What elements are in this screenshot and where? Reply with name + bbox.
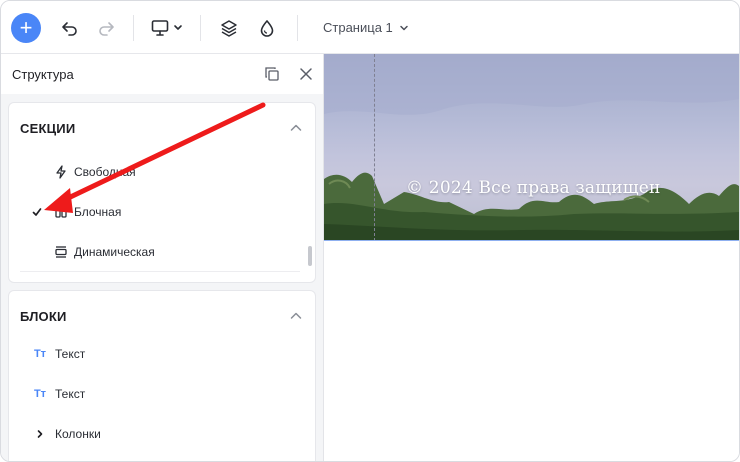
redo-button[interactable] [95, 17, 117, 39]
redo-icon [99, 22, 114, 36]
columns-icon [53, 204, 69, 220]
check-icon [29, 204, 45, 220]
add-button[interactable]: + [11, 13, 41, 43]
section-item-label: Динамическая [74, 245, 155, 259]
monitor-icon [151, 20, 182, 36]
sections-card: СЕКЦИИ Свободная Блочная Динамическая [8, 102, 316, 283]
theme-button[interactable] [256, 17, 278, 39]
footer-section[interactable]: © 2024 Все права защищен [324, 54, 739, 241]
close-panel-button[interactable] [297, 65, 315, 83]
block-item-text[interactable]: Tт Текст [9, 379, 305, 409]
toolbar-divider [200, 15, 201, 41]
sections-title: СЕКЦИИ [20, 121, 76, 136]
panel-header: Структура [1, 54, 323, 94]
toolbar-divider [133, 15, 134, 41]
undo-button[interactable] [59, 17, 81, 39]
page-selector-label: Страница 1 [323, 20, 393, 35]
section-item-label: Блочная [74, 205, 122, 219]
copyright-text[interactable]: © 2024 Все права защищен [406, 178, 661, 198]
block-item-label: Текст [55, 387, 86, 401]
blocks-title: БЛОКИ [20, 309, 67, 324]
section-item-dynamic[interactable]: Динамическая [9, 237, 305, 267]
chevron-down-icon [400, 25, 408, 30]
structure-panel: Структура СЕКЦИИ Свободная Блочная Динам… [1, 54, 324, 461]
panel-title: Структура [12, 67, 74, 82]
block-item-label: Текст [55, 347, 86, 361]
device-selector[interactable] [151, 17, 185, 39]
blocks-card: БЛОКИ Tт Текст Tт Текст Колонки [8, 290, 316, 461]
drop-icon [260, 19, 274, 37]
plus-icon: + [19, 15, 33, 40]
lightning-icon [53, 164, 69, 180]
chevron-up-icon[interactable] [289, 121, 303, 135]
section-item-block[interactable]: Блочная [9, 197, 305, 227]
duplicate-button[interactable] [263, 65, 281, 83]
close-icon [300, 68, 312, 80]
block-item-columns[interactable]: Колонки [9, 419, 305, 449]
sections-scrollbar[interactable] [308, 246, 312, 266]
top-toolbar: + Страница 1 [1, 1, 739, 54]
block-item-text[interactable]: Tт Текст [9, 339, 305, 369]
page-selector[interactable]: Страница 1 [323, 20, 409, 35]
undo-icon [62, 22, 77, 36]
dynamic-section-icon [53, 244, 69, 260]
text-icon: Tт [33, 348, 47, 360]
section-item-label: Свободная [74, 165, 136, 179]
editor-window: + Страница 1 Структура СЕКЦИИ Свободная … [0, 0, 740, 462]
page-canvas[interactable]: © 2024 Все права защищен [324, 54, 739, 461]
block-item-label: Колонки [55, 427, 101, 441]
divider [20, 271, 300, 272]
layers-button[interactable] [218, 17, 240, 39]
landscape-image [324, 54, 739, 241]
selection-border [324, 240, 739, 241]
text-icon: Tт [33, 388, 47, 400]
guide-line [374, 54, 375, 241]
chevron-right-icon[interactable] [32, 426, 48, 442]
section-item-free[interactable]: Свободная [9, 157, 305, 187]
chevron-up-icon[interactable] [289, 309, 303, 323]
toolbar-divider [297, 15, 298, 41]
copy-icon [265, 67, 279, 81]
layers-icon [221, 20, 237, 37]
